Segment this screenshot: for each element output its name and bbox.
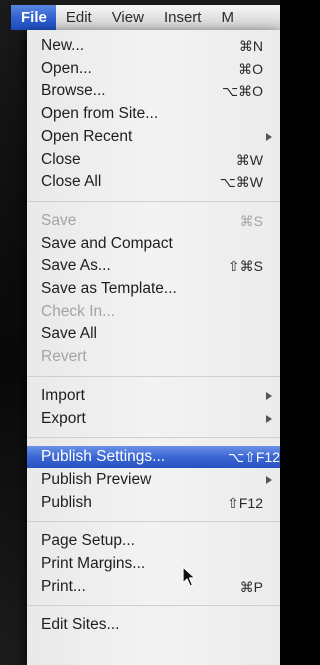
menu-separator	[27, 605, 280, 607]
menu-item-browse[interactable]: Browse... ⌥⌘O	[27, 80, 280, 102]
menu-item-check-in: Check In...	[27, 301, 280, 323]
menu-item-export[interactable]: Export	[27, 408, 280, 430]
menubar-item-insert[interactable]: Insert	[154, 5, 212, 30]
menu-item-shortcut: ⌥⇧F12	[228, 449, 280, 466]
menubar-item-view[interactable]: View	[102, 5, 154, 30]
submenu-arrow-icon	[266, 414, 272, 423]
menu-separator	[27, 521, 280, 523]
menu-item-print[interactable]: Print... ⌘P	[27, 576, 280, 598]
menu-item-label: Open Recent	[41, 127, 133, 145]
menu-item-publish-settings[interactable]: Publish Settings... ⌥⇧F12	[27, 446, 280, 469]
menu-separator	[27, 200, 280, 202]
menu-item-print-margins[interactable]: Print Margins...	[27, 553, 280, 575]
menu-item-label: Print Margins...	[41, 555, 146, 572]
menu-item-shortcut: ⌘P	[239, 578, 263, 595]
menu-item-shortcut: ⌥⌘O	[221, 83, 263, 100]
file-menu: New... ⌘N Open... ⌘O Browse... ⌥⌘O Open from S…	[27, 30, 280, 665]
menu-item-save-all[interactable]: Save All	[27, 323, 280, 345]
menu-item-label: Close	[41, 150, 81, 168]
menu-item-open-from-site[interactable]: Open from Site...	[27, 103, 280, 125]
menu-item-label: Close All	[41, 173, 102, 191]
menu-item-label: Save as Template...	[41, 280, 177, 297]
menu-item-label: Save and Compact	[41, 234, 173, 252]
screen: File Edit View Insert M New... ⌘N Open... ⌘O Bro…	[0, 0, 280, 665]
menu-item-shortcut: ⌥⌘W	[219, 174, 263, 191]
menubar-item-m[interactable]: M	[211, 5, 244, 30]
submenu-arrow-icon	[266, 475, 272, 484]
menubar-item-file[interactable]: File	[11, 5, 56, 30]
menu-separator	[27, 375, 280, 377]
submenu-arrow-icon	[266, 132, 272, 141]
menu-item-shortcut: ⌘S	[239, 212, 263, 229]
menu-item-save-and-compact[interactable]: Save and Compact	[27, 233, 280, 255]
menubar-item-edit[interactable]: Edit	[56, 5, 102, 30]
menu-item-save-as-template[interactable]: Save as Template...	[27, 278, 280, 300]
menu-item-label: Save All	[41, 325, 98, 343]
menu-item-label: Revert	[41, 348, 87, 366]
menu-item-save: Save ⌘S	[27, 210, 280, 232]
menu-item-label: Publish	[41, 493, 92, 511]
menu-item-shortcut: ⌘O	[238, 60, 263, 77]
menu-item-close[interactable]: Close ⌘W	[27, 149, 280, 171]
menu-item-label: Export	[41, 409, 86, 427]
menu-item-shortcut: ⇧F12	[227, 494, 263, 511]
menu-item-label: Open...	[41, 59, 92, 77]
menu-item-label: New...	[41, 37, 85, 54]
menu-item-page-setup[interactable]: Page Setup...	[27, 530, 280, 552]
menu-item-label: Browse...	[41, 82, 106, 100]
menu-item-shortcut: ⌘W	[235, 151, 263, 168]
menu-item-label: Print...	[41, 577, 86, 595]
menu-item-publish-preview[interactable]: Publish Preview	[27, 469, 280, 491]
menu-item-close-all[interactable]: Close All ⌥⌘W	[27, 171, 280, 193]
menu-item-label: Publish Preview	[41, 470, 152, 488]
menu-item-shortcut: ⇧⌘S	[227, 258, 263, 275]
menu-item-label: Import	[41, 386, 85, 404]
menu-item-label: Publish Settings...	[41, 448, 166, 466]
submenu-arrow-icon	[266, 391, 272, 400]
menu-item-edit-sites[interactable]: Edit Sites...	[27, 614, 280, 636]
arrow-cursor-icon	[182, 566, 196, 587]
menu-item-open[interactable]: Open... ⌘O	[27, 58, 280, 80]
menu-item-save-as[interactable]: Save As... ⇧⌘S	[27, 255, 280, 277]
menu-item-label: Open from Site...	[41, 105, 159, 123]
menu-bar: File Edit View Insert M	[11, 5, 280, 30]
menu-item-label: Page Setup...	[41, 532, 135, 550]
menu-item-label: Save As...	[41, 257, 111, 275]
menu-item-publish[interactable]: Publish ⇧F12	[27, 492, 280, 514]
menu-item-import[interactable]: Import	[27, 385, 280, 407]
menu-item-revert: Revert	[27, 346, 280, 368]
menu-item-open-recent[interactable]: Open Recent	[27, 126, 280, 148]
menu-separator	[27, 437, 280, 439]
menu-item-label: Check In...	[41, 302, 116, 320]
menu-item-shortcut: ⌘N	[238, 38, 263, 54]
menu-item-new[interactable]: New... ⌘N	[27, 35, 280, 57]
menu-item-label: Save	[41, 211, 77, 229]
menu-item-label: Edit Sites...	[41, 616, 120, 634]
